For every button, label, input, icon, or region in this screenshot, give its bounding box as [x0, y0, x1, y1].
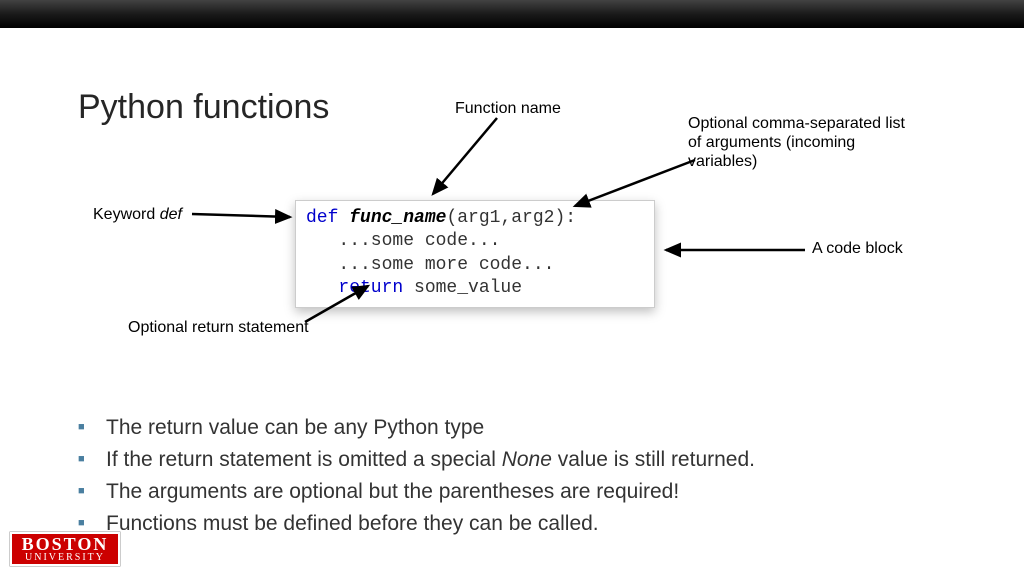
- bullet-item: Functions must be defined before they ca…: [78, 512, 964, 536]
- code-line-2: ...some code...: [306, 230, 644, 253]
- keyword-def: def: [306, 208, 338, 228]
- code-line-1: def func_name(arg1,arg2):: [306, 207, 644, 230]
- bullet-list: The return value can be any Python type …: [78, 416, 964, 544]
- arrow-function-name: [425, 116, 515, 201]
- annot-keyword-def: Keyword def: [93, 206, 182, 224]
- function-name-token: func_name: [349, 208, 446, 228]
- return-value-token: some_value: [403, 278, 522, 298]
- annot-keyword-def-italic: def: [160, 206, 182, 223]
- arrow-code-block: [660, 242, 810, 260]
- annot-return-statement: Optional return statement: [128, 319, 309, 337]
- bullet-item: If the return statement is omitted a spe…: [78, 448, 964, 472]
- code-line-4: return some_value: [306, 277, 644, 300]
- logo-line-2: UNIVERSITY: [25, 553, 105, 563]
- annot-function-name: Function name: [455, 100, 561, 118]
- keyword-return: return: [306, 278, 403, 298]
- annot-keyword-def-pre: Keyword: [93, 206, 160, 223]
- bullet-item: The return value can be any Python type: [78, 416, 964, 440]
- boston-university-logo: BOSTON UNIVERSITY: [10, 532, 120, 566]
- args-token: (arg1,arg2):: [446, 208, 576, 228]
- code-snippet-box: def func_name(arg1,arg2): ...some code..…: [295, 200, 655, 308]
- code-line-3: ...some more code...: [306, 254, 644, 277]
- window-top-bar: [0, 0, 1024, 28]
- page-title: Python functions: [78, 88, 329, 127]
- bullet-item: The arguments are optional but the paren…: [78, 480, 964, 504]
- logo-line-1: BOSTON: [22, 536, 109, 553]
- annot-code-block: A code block: [812, 240, 903, 258]
- annot-arguments: Optional comma-separated list of argumen…: [688, 114, 918, 172]
- slide-body: Python functions Function name Optional …: [0, 28, 1024, 576]
- arrow-keyword-def: [190, 206, 300, 226]
